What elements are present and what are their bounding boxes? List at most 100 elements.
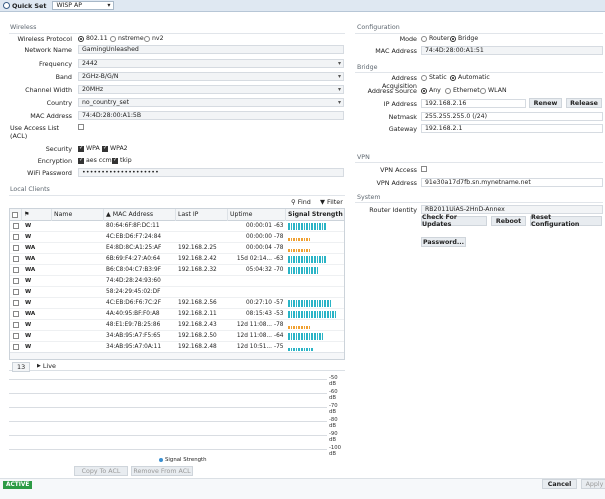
check-for-updates-button[interactable]: Check For Updates: [421, 214, 487, 228]
find-label: Find: [297, 198, 311, 206]
use-acl-checkbox[interactable]: [78, 124, 84, 130]
signal-bar: [295, 300, 298, 307]
release-button[interactable]: Release: [566, 98, 602, 108]
col-signal[interactable]: Signal Strength: [286, 209, 344, 221]
row-signal-value: -63: [274, 223, 284, 229]
col-name[interactable]: Name: [52, 209, 104, 221]
clients-table: ⚑ Name ▲ MAC Address Last IP Uptime Sign…: [9, 208, 345, 360]
security-wpa2-checkbox[interactable]: WPA2: [102, 145, 128, 152]
row-uptime: 15d 02:14...: [236, 256, 272, 262]
signal-bar: [293, 238, 295, 241]
renew-button[interactable]: Renew: [529, 98, 562, 108]
enc-aes-checkbox[interactable]: aes ccm: [78, 157, 112, 164]
src-ethernet-radio[interactable]: Ethernet: [445, 87, 480, 94]
col-mac[interactable]: ▲ MAC Address: [104, 209, 176, 221]
wifi-password-input[interactable]: ••••••••••••••••••••: [78, 168, 344, 177]
row-signal-value: [274, 276, 288, 287]
band-select[interactable]: 2GHz-B/G/N: [78, 72, 344, 81]
protocol-nv2-radio[interactable]: nv2: [144, 35, 164, 42]
graph-label-70: -70 dB: [329, 403, 338, 415]
row-checkbox[interactable]: [13, 311, 19, 317]
row-flag: W: [25, 322, 32, 328]
acq-static-radio[interactable]: Static: [421, 74, 447, 81]
live-tab[interactable]: ▶ Live: [37, 362, 56, 370]
table-row[interactable]: W 74:4D:28:24:93:60: [10, 276, 344, 287]
table-row[interactable]: W 4C:EB:D6:F6:7C:2F 192.168.2.56 00:27:10 -5…: [10, 298, 344, 309]
row-flag: WA: [25, 267, 36, 273]
row-flag: W: [25, 300, 32, 306]
row-checkbox[interactable]: [13, 223, 19, 229]
find-button[interactable]: ⚲ Find: [291, 198, 311, 206]
row-checkbox[interactable]: [13, 344, 19, 350]
filter-button[interactable]: ▼ Filter: [320, 198, 343, 206]
copy-to-acl-button[interactable]: Copy To ACL: [74, 466, 128, 476]
table-row[interactable]: W 4C:EB:D6:F7:24:84 00:00:00 -78: [10, 232, 344, 243]
apply-button[interactable]: Apply: [581, 479, 605, 489]
signal-bar: [295, 311, 298, 318]
row-flag: WA: [25, 311, 36, 317]
signal-bar: [329, 300, 332, 307]
select-all-col[interactable]: [10, 209, 22, 221]
row-checkbox[interactable]: [13, 289, 19, 295]
signal-bar: [288, 223, 290, 230]
protocol-80211-radio[interactable]: 802.11: [78, 35, 108, 42]
row-checkbox[interactable]: [13, 300, 19, 306]
enc-tkip-checkbox[interactable]: tkip: [112, 157, 132, 164]
remove-from-acl-button[interactable]: Remove From ACL: [131, 466, 193, 476]
table-row[interactable]: WA E4:8D:8C:A1:25:AF 192.168.2.25 00:00:04-…: [10, 243, 344, 254]
signal-bar: [311, 256, 313, 263]
encryption-label: Encryption: [37, 157, 72, 165]
src-wlan-radio[interactable]: WLAN: [480, 87, 507, 94]
table-row[interactable]: WA 4A:40:95:BF:F0:A8 192.168.2.11 08:15:43-…: [10, 309, 344, 320]
table-row[interactable]: W 58:24:29:45:02:DF: [10, 287, 344, 298]
signal-bar: [293, 311, 295, 318]
vpn-access-checkbox[interactable]: [421, 166, 427, 172]
row-checkbox[interactable]: [13, 333, 19, 339]
frequency-select[interactable]: 2442: [78, 59, 344, 68]
vpn-address-value: 91e30a17d7fb.sn.mynetname.net: [421, 178, 603, 187]
signal-bar: [308, 256, 311, 263]
src-any-label: Any: [429, 87, 441, 94]
network-name-input[interactable]: GamingUnleashed: [78, 45, 344, 54]
quick-set-tab[interactable]: Quick Set: [3, 2, 46, 10]
flag-col[interactable]: ⚑: [22, 209, 52, 221]
router-identity-input[interactable]: RB2011UiAS-2HnD-Annex: [421, 205, 603, 214]
signal-bar: [306, 223, 308, 230]
row-uptime: 05:04:32: [245, 267, 272, 273]
row-checkbox[interactable]: [13, 278, 19, 284]
country-select[interactable]: no_country_set: [78, 98, 344, 107]
col-last-ip[interactable]: Last IP: [176, 209, 228, 221]
quickset-mode-select[interactable]: WISP AP ▾: [52, 1, 115, 10]
signal-bar: [308, 300, 311, 307]
src-any-radio[interactable]: Any: [421, 87, 441, 94]
reboot-button[interactable]: Reboot: [491, 216, 526, 226]
table-row[interactable]: W 48:E1:E9:7B:25:86 192.168.2.43 12d 11:08.…: [10, 320, 344, 331]
row-checkbox[interactable]: [13, 256, 19, 262]
table-row[interactable]: W 80:64:6F:8F:DC:11 00:00:01 -63: [10, 221, 344, 232]
table-row[interactable]: WA 6B:69:F4:27:A0:64 192.168.2.42 15d 02:14…: [10, 254, 344, 265]
divider: [355, 162, 603, 163]
local-clients-section-title: Local Clients: [10, 186, 50, 193]
table-row[interactable]: WA B6:C8:04:C7:B3:9F 192.168.2.32 05:04:32-…: [10, 265, 344, 276]
row-last-ip: 192.168.2.42: [178, 256, 217, 262]
row-checkbox[interactable]: [13, 267, 19, 273]
reset-configuration-button[interactable]: Reset Configuration: [530, 214, 602, 228]
horizontal-scrollbar[interactable]: [10, 352, 344, 359]
protocol-nv2-label: nv2: [152, 35, 164, 42]
row-uptime: [232, 276, 272, 287]
mode-router-radio[interactable]: Router: [421, 35, 450, 42]
security-wpa-checkbox[interactable]: WPA: [78, 145, 100, 152]
protocol-nstreme-radio[interactable]: nstreme: [110, 35, 144, 42]
table-row[interactable]: W 34:AB:95:A7:F5:65 192.168.2.50 12d 11:08.…: [10, 331, 344, 342]
row-checkbox[interactable]: [13, 245, 19, 251]
col-uptime[interactable]: Uptime: [228, 209, 286, 221]
divider: [355, 33, 603, 34]
row-checkbox[interactable]: [13, 234, 19, 240]
signal-bar: [311, 348, 313, 351]
acq-automatic-radio[interactable]: Automatic: [450, 74, 490, 81]
password-button[interactable]: Password...: [421, 237, 466, 247]
row-checkbox[interactable]: [13, 322, 19, 328]
mode-bridge-radio[interactable]: Bridge: [450, 35, 478, 42]
cancel-button[interactable]: Cancel: [542, 479, 577, 489]
channel-width-select[interactable]: 20MHz: [78, 85, 344, 94]
